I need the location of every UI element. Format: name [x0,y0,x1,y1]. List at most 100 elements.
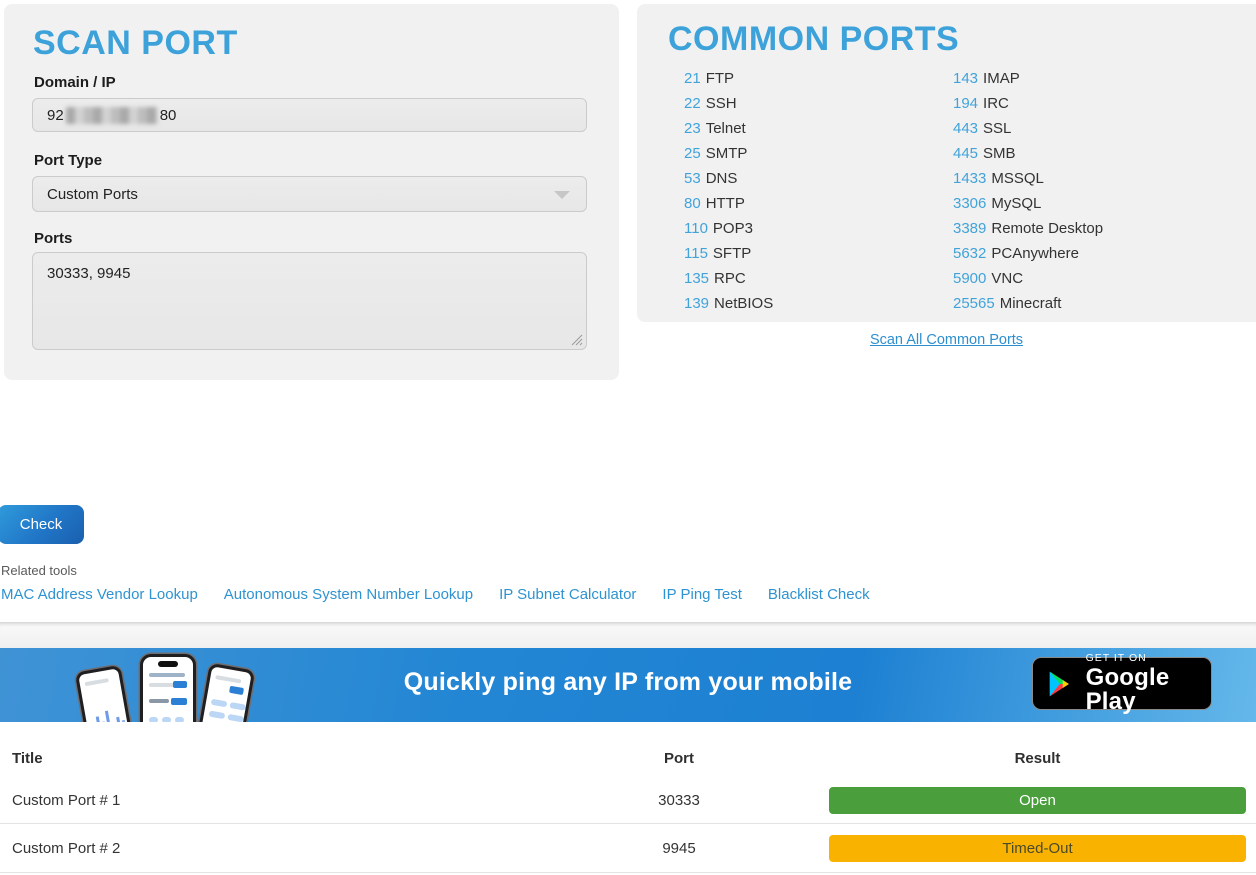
common-port-item: 80 HTTP [684,191,773,216]
port-type-value: Custom Ports [47,186,138,203]
port-name: MSSQL [991,170,1044,187]
port-name: Remote Desktop [991,220,1103,237]
port-number-link[interactable]: 23 [684,120,701,137]
port-number-link[interactable]: 110 [684,220,708,237]
ports-label: Ports [34,230,72,247]
port-type-select[interactable]: Custom Ports [32,176,587,212]
common-port-item: 443 SSL [953,116,1103,141]
related-tools-links: MAC Address Vendor Lookup Autonomous Sys… [1,586,870,603]
port-name: IRC [983,95,1009,112]
phone-notch [158,661,178,667]
common-ports-panel: COMMON PORTS 21 FTP 22 SSH 23 Telnet 25 SMTP… [637,4,1256,322]
common-port-item: 53 DNS [684,166,773,191]
ports-value: 30333, 9945 [47,265,130,282]
mobile-app-banner: Quickly ping any IP from your mobile GET… [0,648,1256,722]
common-port-item: 143IMAP [953,66,1103,91]
common-port-item: 23 Telnet [684,116,773,141]
common-port-item: 21 FTP [684,66,773,91]
link-mac-address-vendor-lookup[interactable]: MAC Address Vendor Lookup [1,586,198,603]
row-title: Custom Port # 1 [12,792,120,809]
link-ip-subnet-calculator[interactable]: IP Subnet Calculator [499,586,636,603]
row-divider [0,823,1256,824]
port-name: FTP [706,70,734,87]
google-play-badge[interactable]: GET IT ON Google Play [1032,657,1212,710]
scan-port-panel: SCAN PORT Domain / IP 92 80 Port Type Cu… [4,4,619,380]
common-port-item: 22 SSH [684,91,773,116]
common-port-item: 3306 MySQL [953,191,1103,216]
port-number-link[interactable]: 25565 [953,295,995,312]
port-name: VNC [991,270,1023,287]
port-name: SSH [706,95,737,112]
port-number-link[interactable]: 194 [953,95,978,112]
common-port-item: 110 POP3 [684,216,773,241]
common-port-item: 5900 VNC [953,266,1103,291]
common-ports-title: COMMON PORTS [668,20,959,59]
header-port: Port [634,750,724,767]
port-number-link[interactable]: 1433 [953,170,986,187]
common-port-item: 135 RPC [684,266,773,291]
port-number-link[interactable]: 135 [684,270,709,287]
status-badge: Timed-Out [829,835,1246,862]
port-number-link[interactable]: 25 [684,145,701,162]
status-badge: Open [829,787,1246,814]
port-number-link[interactable]: 115 [684,245,708,262]
port-number-link[interactable]: 3306 [953,195,986,212]
port-name: HTTP [706,195,745,212]
port-number-link[interactable]: 139 [684,295,709,312]
port-number-link[interactable]: 445 [953,145,978,162]
check-button[interactable]: Check [0,505,84,544]
port-name: RPC [714,270,746,287]
port-name: SMB [983,145,1016,162]
port-name: DNS [706,170,738,187]
port-name: MySQL [991,195,1041,212]
scan-port-page: SCAN PORT Domain / IP 92 80 Port Type Cu… [0,0,1256,875]
resize-grip-icon[interactable] [571,334,583,346]
port-number-link[interactable]: 3389 [953,220,986,237]
scan-all-wrap: Scan All Common Ports [637,331,1256,349]
port-name: Telnet [706,120,746,137]
row-port: 9945 [634,840,724,857]
port-number-link[interactable]: 80 [684,195,701,212]
common-port-item: 194 IRC [953,91,1103,116]
row-port: 30333 [634,792,724,809]
related-tools-label: Related tools [1,563,77,578]
common-port-item: 115 SFTP [684,241,773,266]
port-name: PCAnywhere [991,245,1079,262]
port-number-link[interactable]: 5632 [953,245,986,262]
port-name: SMTP [706,145,748,162]
link-asn-lookup[interactable]: Autonomous System Number Lookup [224,586,473,603]
section-divider-strip [0,622,1256,648]
ports-textarea[interactable]: 30333, 9945 [32,252,587,350]
common-port-item: 445 SMB [953,141,1103,166]
scan-all-common-ports-link[interactable]: Scan All Common Ports [870,332,1023,348]
domain-ip-input[interactable]: 92 80 [32,98,587,132]
google-play-label: Google Play [1086,666,1199,714]
port-number-link[interactable]: 53 [684,170,701,187]
domain-ip-suffix: 80 [160,107,177,124]
domain-ip-prefix: 92 [47,107,64,124]
common-ports-column-right: 143IMAP 194 IRC 443 SSL 445 SMB 1433 MSSQL 3… [953,66,1103,316]
common-ports-column-left: 21 FTP 22 SSH 23 Telnet 25 SMTP 53 DNS 80 HTTP… [684,66,773,316]
common-port-item: 5632 PCAnywhere [953,241,1103,266]
google-play-text: GET IT ON Google Play [1086,653,1199,715]
page-title: SCAN PORT [33,24,238,63]
row-title: Custom Port # 2 [12,840,120,857]
port-number-link[interactable]: 22 [684,95,701,112]
get-it-on-label: GET IT ON [1086,653,1199,664]
row-divider [0,872,1256,873]
link-ip-ping-test[interactable]: IP Ping Test [662,586,742,603]
domain-ip-label: Domain / IP [34,74,116,91]
port-number-link[interactable]: 21 [684,70,701,87]
header-result: Result [829,750,1246,767]
port-type-label: Port Type [34,152,102,169]
link-blacklist-check[interactable]: Blacklist Check [768,586,870,603]
port-name: SSL [983,120,1011,137]
port-number-link[interactable]: 5900 [953,270,986,287]
chevron-down-icon [554,191,570,199]
port-name: SFTP [713,245,751,262]
port-number-link[interactable]: 443 [953,120,978,137]
port-name: POP3 [713,220,753,237]
common-port-item: 139NetBIOS [684,291,773,316]
port-number-link[interactable]: 143 [953,70,978,87]
redacted-ip-segment [66,107,158,124]
